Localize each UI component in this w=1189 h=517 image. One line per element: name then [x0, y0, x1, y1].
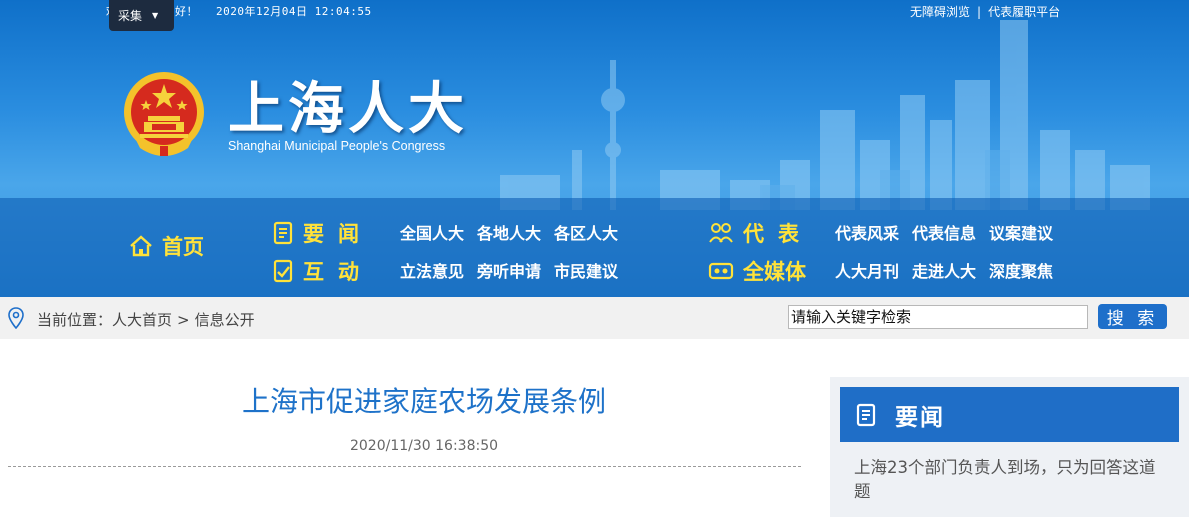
rep-duty-platform-link[interactable]: 代表履职平台 — [988, 5, 1060, 19]
media-icon — [708, 262, 734, 280]
nav-news-links: 全国人大 各地人大 各区人大 — [400, 220, 631, 244]
national-emblem-logo — [124, 72, 204, 156]
nav-link-local-npc[interactable]: 各地人大 — [477, 220, 541, 244]
breadcrumb-prefix: 当前位置： — [37, 311, 113, 329]
current-datetime: 2020年12月04日 12:04:55 — [216, 5, 372, 18]
sidebar-news: 要闻 上海23个部门负责人到场，只为回答这道题 — [830, 377, 1189, 517]
article-title: 上海市促进家庭农场发展条例 — [241, 385, 606, 418]
nav-link-motions[interactable]: 议案建议 — [989, 220, 1053, 244]
nav-news[interactable]: 要闻 — [272, 218, 373, 248]
site-title: 上海人大 — [228, 76, 468, 142]
article-date: 2020/11/30 16:38:50 — [349, 438, 499, 454]
sidebar-title: 要闻 — [895, 404, 945, 431]
nav-news-label: 要闻 — [303, 222, 373, 246]
nav-representative-label: 代表 — [743, 222, 813, 246]
nav-media[interactable]: 全媒体 — [708, 256, 806, 286]
search-input[interactable] — [788, 305, 1088, 329]
nav-link-rep-style[interactable]: 代表风采 — [835, 220, 899, 244]
topbar-separator: | — [977, 5, 982, 19]
document-icon — [856, 403, 876, 426]
collect-label: 采集 — [118, 9, 143, 23]
nav-representative[interactable]: 代表 — [708, 218, 813, 248]
nav-link-rep-info[interactable]: 代表信息 — [912, 220, 976, 244]
nav-link-citizen-suggestion[interactable]: 市民建议 — [554, 258, 618, 282]
accessibility-link[interactable]: 无障碍浏览 — [910, 5, 970, 19]
nav-link-monthly-magazine[interactable]: 人大月刊 — [835, 258, 899, 282]
nav-link-visit-npc[interactable]: 走进人大 — [912, 258, 976, 282]
nav-link-audit-application[interactable]: 旁听申请 — [477, 258, 541, 282]
nav-link-district-npc[interactable]: 各区人大 — [554, 220, 618, 244]
nav-interact[interactable]: 互动 — [272, 256, 373, 286]
sidebar-header: 要闻 — [840, 387, 1179, 442]
interact-icon — [273, 259, 293, 283]
breadcrumb-home[interactable]: 人大首页 — [112, 311, 172, 329]
people-icon — [709, 223, 733, 243]
location-bar: 当前位置：人大首页 > 信息公开 搜 索 — [0, 297, 1189, 339]
search-button[interactable]: 搜 索 — [1098, 304, 1167, 329]
sidebar-news-item[interactable]: 上海23个部门负责人到场，只为回答这道题 — [854, 456, 1164, 504]
nav-link-legislative-opinion[interactable]: 立法意见 — [400, 258, 464, 282]
nav-media-links: 人大月刊 走进人大 深度聚焦 — [835, 258, 1066, 282]
location-pin-icon — [8, 307, 24, 329]
nav-link-national-npc[interactable]: 全国人大 — [400, 220, 464, 244]
nav-interact-links: 立法意见 旁听申请 市民建议 — [400, 258, 631, 282]
breadcrumb-separator: > — [177, 311, 190, 329]
home-icon — [130, 235, 152, 257]
breadcrumb-info-public[interactable]: 信息公开 — [195, 311, 255, 329]
nav-link-deep-focus[interactable]: 深度聚焦 — [989, 258, 1053, 282]
main-nav: 首页 要闻 全国人大 各地人大 各区人大 互动 立法意见 旁听申请 市民建议 代… — [0, 198, 1189, 297]
nav-media-label: 全媒体 — [743, 260, 806, 284]
caret-down-icon: ▼ — [152, 11, 159, 20]
nav-interact-label: 互动 — [303, 260, 373, 284]
nav-representative-links: 代表风采 代表信息 议案建议 — [835, 220, 1066, 244]
site-subtitle: Shanghai Municipal People's Congress — [228, 139, 446, 153]
collect-button[interactable]: 采集 ▼ — [109, 0, 174, 31]
site-header: 欢迎您，下午好！ 2020年12月04日 12:04:55 无障碍浏览|代表履职… — [0, 0, 1189, 297]
document-icon — [273, 221, 293, 245]
nav-home[interactable]: 首页 — [129, 231, 204, 261]
nav-home-label: 首页 — [162, 235, 204, 259]
divider — [8, 466, 801, 467]
topbar-links: 无障碍浏览 | 代表履职平台 — [910, 3, 1060, 20]
breadcrumb: 当前位置：人大首页 > 信息公开 — [37, 309, 255, 330]
